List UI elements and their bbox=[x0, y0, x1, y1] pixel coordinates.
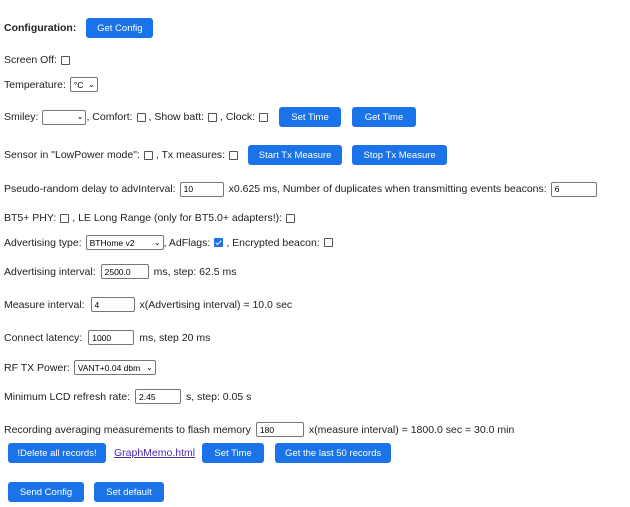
tx-measures-checkbox[interactable] bbox=[229, 150, 239, 160]
connect-latency-suffix: ms, step 20 ms bbox=[139, 331, 211, 344]
smiley-label: Smiley: bbox=[4, 111, 39, 123]
smiley-select[interactable]: ⌄ bbox=[42, 109, 87, 125]
adv-interval-suffix: ms, step: 62.5 ms bbox=[153, 265, 237, 278]
configuration-title: Configuration: bbox=[4, 22, 77, 34]
delay-input[interactable]: 10 bbox=[179, 181, 224, 197]
graphmemo-link[interactable]: GraphMemo.html bbox=[114, 447, 195, 459]
adflags-label: , AdFlags: bbox=[163, 236, 211, 249]
recording-label: Recording averaging measurements to flas… bbox=[4, 423, 251, 436]
show-batt-checkbox[interactable] bbox=[207, 112, 217, 122]
lcd-refresh-label: Minimum LCD refresh rate: bbox=[4, 390, 131, 403]
delay-label: Pseudo-random delay to advInterval: bbox=[4, 183, 176, 195]
delay-mid-text: x0.625 ms, Number of duplicates when tra… bbox=[228, 183, 547, 195]
rf-tx-selected: VANT+0.04 dbm bbox=[77, 362, 141, 373]
phy-row: BT5+ PHY: , LE Long Range (only for BT5.… bbox=[4, 211, 298, 225]
adv-type-label: Advertising type: bbox=[4, 236, 82, 249]
adv-interval-row: Advertising interval: 2500.0 ms, step: 6… bbox=[4, 264, 237, 279]
get-time-button[interactable]: Get Time bbox=[352, 107, 416, 127]
screen-off-label: Screen Off: bbox=[4, 54, 57, 66]
bt5-phy-label: BT5+ PHY: bbox=[4, 212, 57, 224]
measure-interval-row: Measure interval: 4 x(Advertising interv… bbox=[4, 297, 292, 312]
chevron-down-icon: ⌄ bbox=[153, 237, 161, 247]
adv-interval-label: Advertising interval: bbox=[4, 265, 96, 278]
measure-interval-label: Measure interval: bbox=[4, 298, 85, 311]
bt5-phy-checkbox[interactable] bbox=[60, 213, 70, 223]
adflags-checkbox[interactable] bbox=[214, 238, 224, 247]
set-time-button[interactable]: Set Time bbox=[279, 107, 341, 127]
recording-row: Recording averaging measurements to flas… bbox=[4, 422, 514, 437]
bottom-row: Send Config Set default bbox=[8, 482, 164, 502]
chevron-down-icon: ⌄ bbox=[146, 362, 153, 372]
rf-tx-row: RF TX Power: VANT+0.04 dbm ⌄ bbox=[4, 360, 156, 375]
screen-off-row: Screen Off: bbox=[4, 53, 73, 67]
temperature-select[interactable]: °C ⌄ bbox=[69, 77, 98, 92]
temperature-label: Temperature: bbox=[4, 78, 66, 91]
chevron-down-icon: ⌄ bbox=[88, 79, 95, 89]
adv-type-row: Advertising type: BTHome v2 ⌄ , AdFlags:… bbox=[4, 235, 336, 250]
connect-latency-label: Connect latency: bbox=[4, 331, 83, 344]
rf-tx-select[interactable]: VANT+0.04 dbm ⌄ bbox=[73, 360, 156, 375]
lcd-refresh-row: Minimum LCD refresh rate: 2.45 s, step: … bbox=[4, 389, 251, 404]
delay-row: Pseudo-random delay to advInterval: 10 x… bbox=[4, 181, 597, 197]
encrypted-label: , Encrypted beacon: bbox=[226, 236, 320, 249]
tx-measures-label: , Tx measures: bbox=[155, 149, 226, 161]
encrypted-checkbox[interactable] bbox=[323, 238, 333, 247]
set-default-button[interactable]: Set default bbox=[94, 482, 164, 502]
recording-suffix: x(measure interval) = 1800.0 sec = 30.0 … bbox=[308, 423, 515, 436]
temperature-selected: °C bbox=[73, 79, 84, 90]
duplicates-input[interactable]: 6 bbox=[550, 181, 597, 197]
records-set-time-button[interactable]: Set Time bbox=[202, 443, 265, 463]
delete-all-records-button[interactable]: !Delete all records! bbox=[8, 443, 106, 463]
long-range-checkbox[interactable] bbox=[286, 213, 296, 223]
recording-input[interactable]: 180 bbox=[255, 422, 304, 437]
sensor-lowpower-label: Sensor in "LowPower mode": bbox=[4, 149, 140, 161]
get-last-records-button[interactable]: Get the last 50 records bbox=[275, 443, 392, 463]
records-row: !Delete all records! GraphMemo.html Set … bbox=[8, 443, 392, 463]
adv-type-selected: BTHome v2 bbox=[89, 237, 135, 248]
measure-interval-input[interactable]: 4 bbox=[90, 297, 135, 312]
start-tx-measure-button[interactable]: Start Tx Measure bbox=[248, 145, 343, 165]
stop-tx-measure-button[interactable]: Stop Tx Measure bbox=[352, 145, 448, 165]
adv-interval-input[interactable]: 2500.0 bbox=[100, 264, 149, 279]
rf-tx-label: RF TX Power: bbox=[4, 361, 70, 374]
clock-label: , Clock: bbox=[219, 111, 255, 123]
configuration-row: Configuration: Get Config bbox=[4, 18, 154, 38]
connect-latency-row: Connect latency: 1000 ms, step 20 ms bbox=[4, 330, 210, 345]
adv-type-select[interactable]: BTHome v2 ⌄ bbox=[85, 235, 164, 250]
sensor-lowpower-checkbox[interactable] bbox=[143, 150, 153, 160]
screen-off-checkbox[interactable] bbox=[60, 55, 70, 65]
lcd-refresh-input[interactable]: 2.45 bbox=[135, 389, 182, 404]
clock-checkbox[interactable] bbox=[259, 112, 268, 122]
chevron-down-icon: ⌄ bbox=[76, 112, 84, 121]
lcd-refresh-suffix: s, step: 0.05 s bbox=[186, 390, 252, 403]
get-config-button[interactable]: Get Config bbox=[86, 18, 154, 38]
show-batt-label: , Show batt: bbox=[148, 111, 204, 123]
long-range-label: , LE Long Range (only for BT5.0+ adapter… bbox=[72, 212, 283, 224]
comfort-checkbox[interactable] bbox=[136, 112, 146, 122]
measure-interval-suffix: x(Advertising interval) = 10.0 sec bbox=[139, 298, 293, 311]
connect-latency-input[interactable]: 1000 bbox=[88, 330, 135, 345]
sensor-row: Sensor in "LowPower mode": , Tx measures… bbox=[4, 145, 448, 165]
send-config-button[interactable]: Send Config bbox=[8, 482, 84, 502]
temperature-row: Temperature: °C ⌄ bbox=[4, 77, 98, 92]
comfort-label: , Comfort: bbox=[86, 111, 133, 123]
smiley-row: Smiley: ⌄ , Comfort: , Show batt: , Cloc… bbox=[4, 107, 416, 127]
